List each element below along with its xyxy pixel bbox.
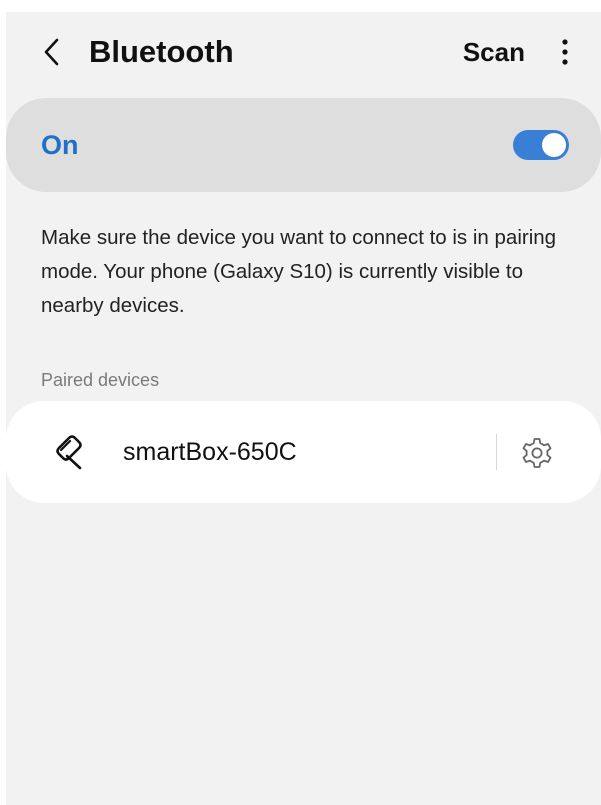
page-title: Bluetooth [89,34,234,69]
toggle-knob [542,133,566,157]
back-button[interactable] [34,34,70,70]
device-settings-button[interactable] [516,432,558,474]
app-bar: Bluetooth Scan [6,12,601,96]
paired-devices-header: Paired devices [41,370,160,390]
bluetooth-settings-screen: Bluetooth Scan On Make sure the device y… [6,12,601,805]
headset-icon [50,433,90,473]
paired-device-item[interactable]: smartBox-650C [6,401,601,503]
chevron-left-icon [44,38,59,66]
divider [496,434,497,470]
more-options-button[interactable] [553,34,577,70]
gear-icon [522,438,552,468]
bluetooth-toggle-switch[interactable] [513,130,569,160]
device-name: smartBox-650C [123,438,297,466]
scan-button[interactable]: Scan [463,34,525,70]
pairing-description: Make sure the device you want to connect… [41,226,557,317]
more-vertical-icon [562,39,568,65]
toggle-state-label: On [41,130,79,160]
bluetooth-master-toggle-row[interactable]: On [6,98,601,192]
